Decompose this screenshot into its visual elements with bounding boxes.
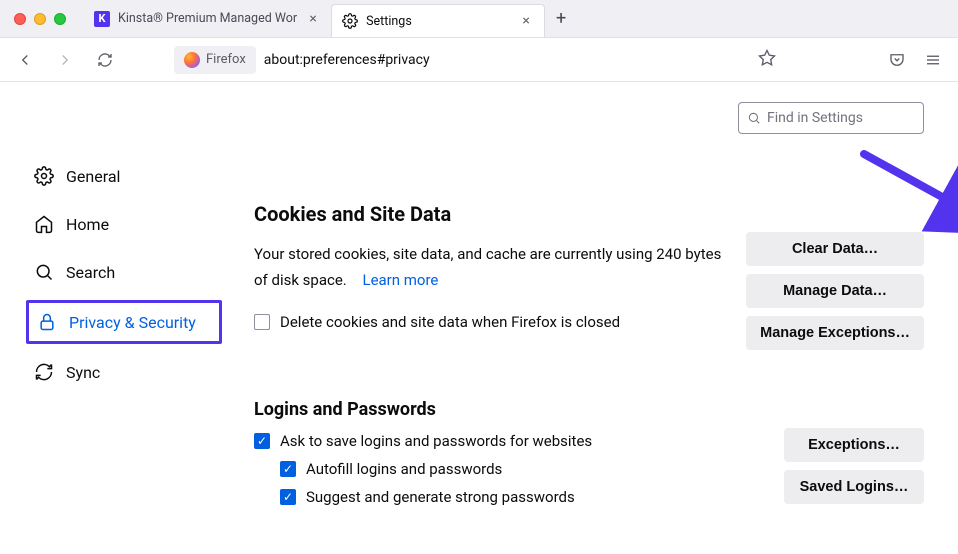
window-maximize-button[interactable] — [54, 13, 66, 25]
logins-exceptions-button[interactable]: Exceptions… — [784, 428, 924, 462]
forward-button[interactable] — [50, 45, 80, 75]
sidebar-item-label: General — [66, 167, 120, 186]
checkbox-label: Delete cookies and site data when Firefo… — [280, 313, 620, 331]
section-title-logins: Logins and Passwords — [254, 399, 924, 420]
url-text: about:preferences#privacy — [264, 52, 430, 68]
gear-icon — [34, 166, 54, 186]
sidebar-item-home[interactable]: Home — [26, 204, 222, 244]
manage-data-button[interactable]: Manage Data… — [746, 274, 924, 308]
back-button[interactable] — [10, 45, 40, 75]
sidebar-item-label: Privacy & Security — [69, 313, 196, 332]
sidebar-item-label: Search — [66, 263, 115, 282]
sidebar-item-label: Home — [66, 215, 109, 234]
sidebar-item-search[interactable]: Search — [26, 252, 222, 292]
window-close-button[interactable] — [14, 13, 26, 25]
learn-more-link[interactable]: Learn more — [362, 271, 438, 289]
section-title-cookies: Cookies and Site Data — [254, 202, 924, 226]
tab-label: Kinsta® Premium Managed Wor — [118, 11, 297, 26]
manage-exceptions-button[interactable]: Manage Exceptions… — [746, 316, 924, 350]
checkbox-unchecked-icon[interactable] — [254, 314, 270, 330]
tab-settings[interactable]: Settings × — [331, 4, 545, 37]
checkbox-checked-icon[interactable]: ✓ — [254, 433, 270, 449]
sidebar-item-label: Sync — [66, 363, 100, 382]
sidebar-item-privacy[interactable]: Privacy & Security — [26, 300, 222, 344]
checkbox-label: Suggest and generate strong passwords — [306, 488, 575, 506]
checkbox-checked-icon[interactable]: ✓ — [280, 489, 296, 505]
sync-icon — [34, 362, 54, 382]
checkbox-checked-icon[interactable]: ✓ — [280, 461, 296, 477]
home-icon — [34, 214, 54, 234]
window-minimize-button[interactable] — [34, 13, 46, 25]
checkbox-label: Autofill logins and passwords — [306, 460, 502, 478]
pocket-button[interactable] — [882, 45, 912, 75]
address-bar[interactable]: Firefox about:preferences#privacy — [170, 44, 822, 76]
identity-label: Firefox — [206, 52, 246, 67]
close-icon[interactable]: × — [518, 13, 534, 29]
sidebar-item-sync[interactable]: Sync — [26, 352, 222, 392]
hamburger-menu-button[interactable] — [918, 45, 948, 75]
tab-label: Settings — [366, 14, 412, 29]
checkbox-label: Ask to save logins and passwords for web… — [280, 432, 592, 450]
clear-data-button[interactable]: Clear Data… — [746, 232, 924, 266]
new-tab-button[interactable]: + — [545, 0, 577, 37]
annotation-arrow — [854, 146, 958, 246]
gear-icon — [342, 13, 358, 29]
firefox-icon — [184, 52, 200, 68]
identity-chip[interactable]: Firefox — [174, 46, 256, 74]
saved-logins-button[interactable]: Saved Logins… — [784, 470, 924, 504]
kinsta-favicon: K — [94, 11, 110, 27]
search-icon — [34, 262, 54, 282]
lock-icon — [37, 312, 57, 332]
bookmark-star-icon[interactable] — [758, 49, 782, 71]
tab-kinsta[interactable]: K Kinsta® Premium Managed Wor × — [84, 0, 331, 37]
sidebar-item-general[interactable]: General — [26, 156, 222, 196]
cookies-description: Your stored cookies, site data, and cach… — [254, 242, 734, 293]
close-icon[interactable]: × — [305, 11, 321, 27]
reload-button[interactable] — [90, 45, 120, 75]
